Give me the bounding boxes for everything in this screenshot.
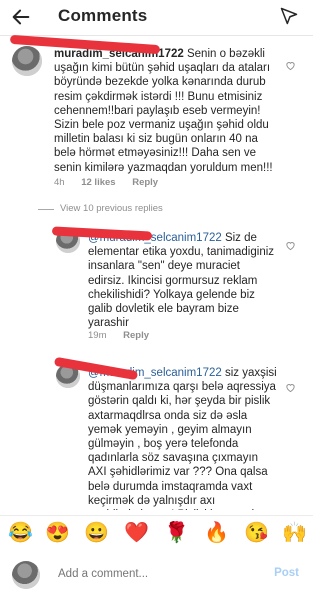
emoji-rose[interactable]: 🌹 — [164, 522, 189, 544]
likes-count[interactable]: 12 likes — [81, 177, 115, 188]
view-replies-link[interactable]: View 10 previous replies — [60, 203, 163, 214]
divider — [38, 209, 54, 210]
comment-time: 4h — [54, 177, 65, 188]
emoji-fire[interactable]: 🔥 — [204, 522, 229, 544]
comment-body: muradim_selcanim1722 Senin o bəzəkli uşa… — [54, 47, 276, 175]
comment-text: Senin o bəzəkli uşağın kimi bütün şəhid … — [54, 48, 274, 174]
comment-composer: Post — [0, 553, 313, 599]
user-avatar — [12, 561, 40, 589]
reply-button[interactable]: Reply — [123, 330, 149, 341]
emoji-quick-bar: 😂 😍 😀 ❤️ 🌹 🔥 😘 🙌 — [0, 515, 313, 551]
post-button[interactable]: Post — [274, 567, 299, 579]
emoji-heart-eyes[interactable]: 😍 — [45, 522, 70, 544]
comment-input[interactable] — [56, 567, 260, 581]
send-icon[interactable] — [279, 6, 299, 26]
comment-meta: 4h 12 likes Reply — [54, 177, 172, 188]
top-bar: Comments — [0, 0, 313, 36]
page-title: Comments — [58, 6, 148, 25]
avatar[interactable] — [12, 46, 42, 76]
comment-body: @muradim_selcanim1722 siz yaxşisi düşman… — [88, 366, 278, 510]
heart-icon[interactable] — [285, 240, 296, 251]
reply-button[interactable]: Reply — [132, 177, 158, 188]
emoji-raised-hands[interactable]: 🙌 — [282, 522, 307, 544]
comment-body: @muradim_selcanim1722 Siz de elementar e… — [88, 231, 278, 330]
emoji-kiss[interactable]: 😘 — [244, 522, 269, 544]
heart-icon[interactable] — [285, 60, 296, 71]
back-arrow-icon[interactable] — [10, 6, 32, 28]
emoji-laughing[interactable]: 😂 — [8, 522, 33, 544]
comment-text: Siz de elementar etika yoxdu, tanimadigi… — [88, 232, 278, 330]
emoji-red-heart[interactable]: ❤️ — [124, 522, 149, 544]
heart-icon[interactable] — [285, 382, 296, 393]
comment-time: 19m — [88, 330, 107, 341]
comment-meta: 19m Reply — [88, 330, 163, 341]
emoji-grinning[interactable]: 😀 — [84, 522, 109, 544]
comment-text: siz yaxşisi düşmanlarımıza qarşı belə aq… — [88, 367, 277, 510]
